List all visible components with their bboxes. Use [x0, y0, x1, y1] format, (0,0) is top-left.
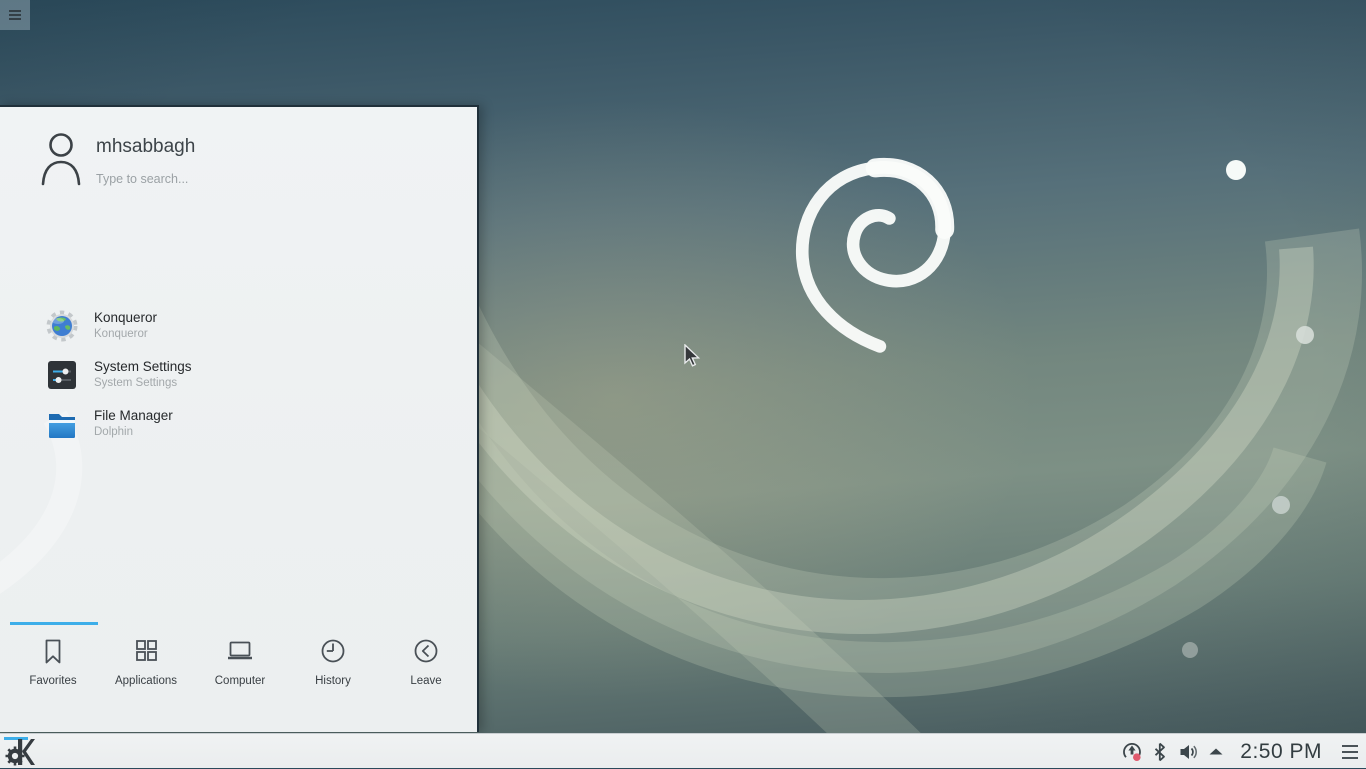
app-title: System Settings [94, 359, 192, 374]
leave-back-icon [414, 639, 438, 663]
active-tab-indicator [10, 622, 98, 625]
user-outline-icon [41, 133, 81, 186]
tab-label: Leave [410, 675, 442, 687]
app-item-konqueror[interactable]: Konqueror Konqueror [0, 305, 477, 347]
hamburger-icon [9, 8, 21, 22]
tab-leave[interactable]: Leave [380, 636, 472, 687]
app-subtitle: Konqueror [94, 328, 148, 341]
wallpaper-dot [1226, 160, 1246, 180]
tab-label: Applications [114, 675, 177, 687]
app-grid-icon [136, 640, 157, 661]
tab-computer[interactable]: Computer [194, 636, 286, 687]
username: mhsabbagh [96, 136, 196, 157]
bluetooth-icon[interactable] [1149, 741, 1171, 763]
tab-label: Favorites [29, 675, 77, 687]
tab-label: History [315, 675, 351, 687]
software-updates-icon[interactable] [1121, 741, 1143, 763]
tab-applications[interactable]: Applications [100, 636, 192, 687]
taskbar-panel: 2:50 PM [0, 733, 1366, 768]
wallpaper-dot [1182, 642, 1198, 658]
tab-favorites[interactable]: Favorites [7, 636, 99, 687]
app-item-system-settings[interactable]: System Settings System Settings [0, 354, 477, 396]
system-settings-sliders-icon [48, 361, 76, 389]
panel-settings-menu-button[interactable] [1340, 741, 1360, 763]
volume-icon[interactable] [1177, 741, 1199, 763]
expand-tray-arrow-icon[interactable] [1205, 741, 1227, 763]
kde-logo-icon[interactable] [4, 737, 36, 767]
taskbar-clock[interactable]: 2:50 PM [1240, 740, 1322, 764]
kickoff-launcher-panel: mhsabbagh Type to search... Konqueror Ko… [0, 105, 479, 732]
blue-folder-icon [49, 414, 75, 438]
launcher-header: mhsabbagh Type to search... [38, 130, 195, 186]
launcher-tab-bar: Favorites Applications Computer History … [0, 622, 477, 714]
laptop-icon [228, 641, 252, 660]
favorites-app-list: Konqueror Konqueror System Settings Syst… [0, 305, 477, 445]
app-title: Konqueror [94, 310, 158, 325]
tab-history[interactable]: History [287, 636, 379, 687]
app-title: File Manager [94, 408, 173, 423]
tab-label: Computer [214, 675, 266, 687]
wallpaper-dot [1272, 496, 1290, 514]
desktop-toolbox-button[interactable] [0, 0, 30, 30]
app-item-file-manager[interactable]: File Manager Dolphin [0, 403, 477, 445]
search-input[interactable]: Type to search... [96, 172, 195, 186]
wallpaper-dot [1296, 326, 1314, 344]
konqueror-globe-icon [46, 310, 78, 342]
app-subtitle: Dolphin [94, 426, 133, 439]
system-tray: 2:50 PM [1118, 734, 1360, 769]
app-subtitle: System Settings [94, 377, 178, 390]
debian-swirl-logo [796, 157, 955, 353]
bookmark-icon [45, 639, 61, 664]
clock-icon [321, 639, 345, 663]
